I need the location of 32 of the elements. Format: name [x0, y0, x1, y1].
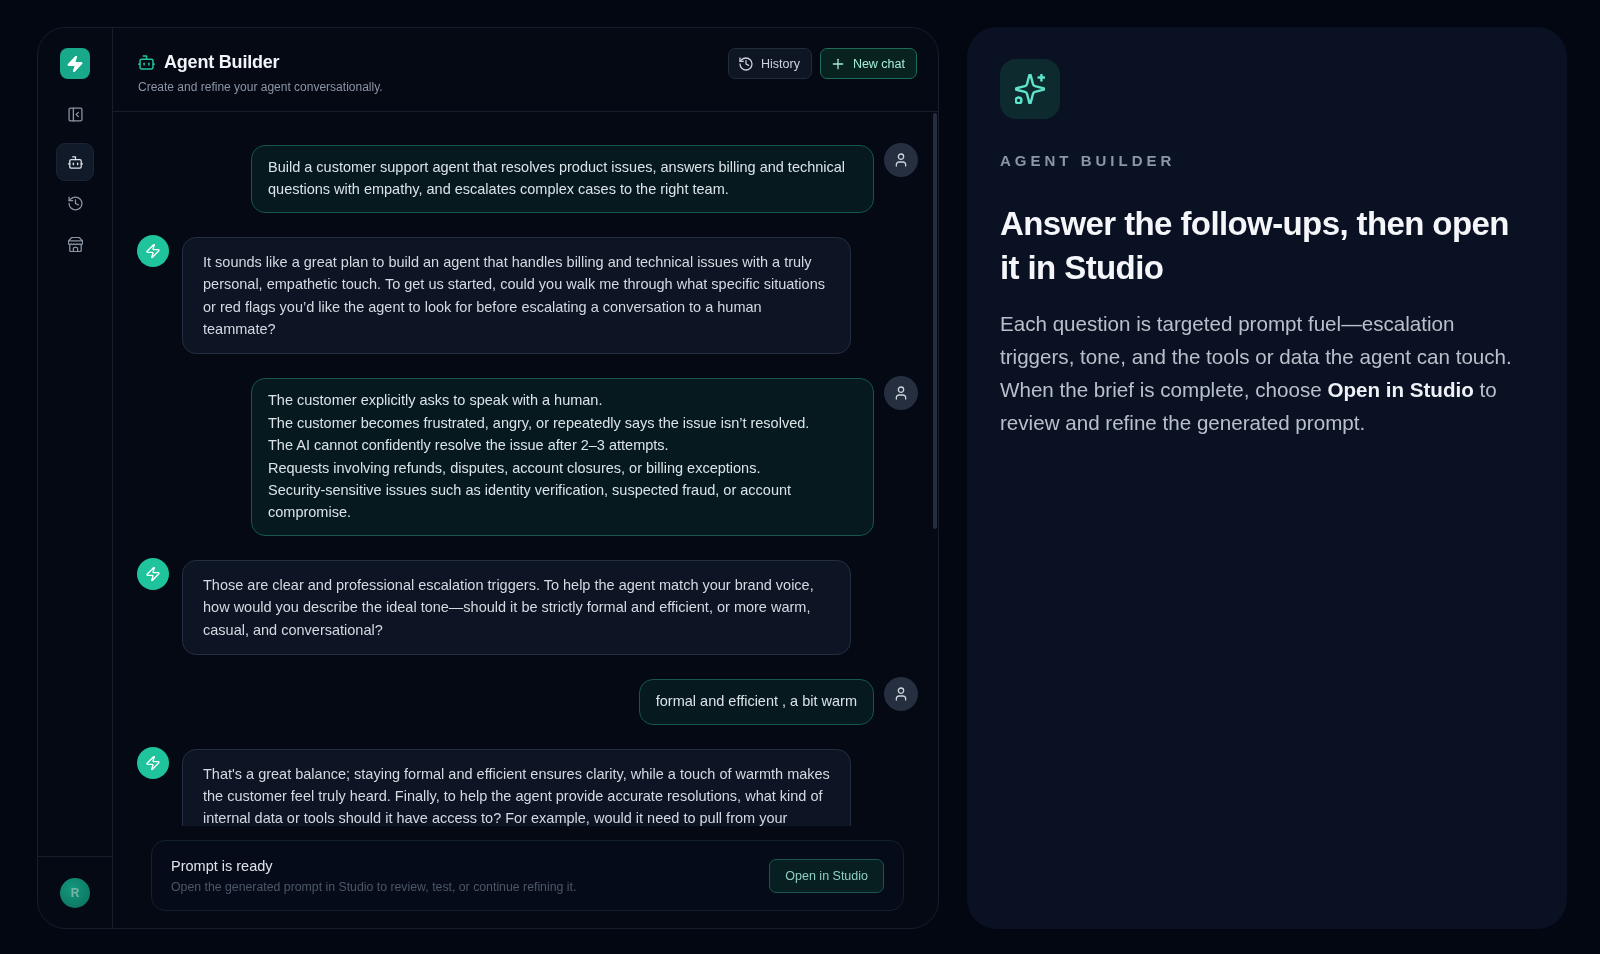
user-icon	[884, 143, 918, 177]
plus-icon	[830, 56, 845, 71]
user-icon	[884, 376, 918, 411]
history-icon	[739, 56, 753, 71]
nav-button[interactable]	[56, 143, 94, 181]
page-title: Agent Builder	[164, 51, 280, 74]
panel-description: Each question is targeted prompt fuel—escalation triggers, tone, and the tools or data the agent can touch. When the brief is complete, choose Open in Studio to review and refine the generated prompt.	[1000, 311, 1513, 436]
lightning-icon	[137, 557, 169, 590]
lightning-icon	[137, 234, 169, 267]
user-message: The customer explicitly asks to speak with a human. The customer becomes frustrated, angry, or repeatedly says the issue isn’t resolved. The AI cannot confidently resolve the issue after 2–3 attempts. Requests involving refunds, disputes, account closures, or billing exceptions. Security-sensitive issues such as identity verification, suspected fraud, or account compromise.	[251, 378, 874, 536]
page-subtitle: Create and refine your agent conversationally.	[138, 79, 383, 95]
store-icon	[67, 236, 83, 252]
robot-icon	[138, 53, 155, 71]
assistant-message: That's a great balance; staying formal and efficient ensures clarity, while a touch of warmth makes the customer feel truly heard. Finally, to help the agent provide accurate resolutions, what kind of internal data or tools should it have access to? For example, would it need to pull from your	[182, 748, 851, 826]
user-message: formal and efficient , a bit warm	[638, 679, 874, 725]
card-title: Prompt is ready	[171, 856, 274, 875]
history-button[interactable]: History	[728, 48, 812, 79]
assistant-message: It sounds like a great plan to build an agent that handles billing and technical issues with a truly personal, empathetic touch. To get us started, could you walk me through what specific situations or red flags you’d like the agent to look for before escalating a conversation to a human teammate?	[182, 236, 851, 355]
eyebrow-label: AGENT BUILDER	[1000, 151, 1177, 171]
user-icon	[884, 677, 918, 712]
lightning-logo-icon	[60, 48, 90, 79]
sidebar-panel-icon	[67, 106, 83, 122]
new-chat-button[interactable]: New chat	[819, 48, 917, 79]
robot-icon	[67, 154, 83, 170]
user-message: Build a customer support agent that resolves product issues, answers billing and technical questions with empathy, and escalates complex cases to the right team.	[251, 145, 874, 213]
panel-heading: Answer the follow-ups, then open it in Studio	[1000, 204, 1510, 288]
sparkle-icon	[1000, 59, 1060, 119]
open-in-studio-button[interactable]: Open in Studio	[769, 858, 884, 893]
lightning-icon	[137, 746, 169, 779]
card-description: Open the generated prompt in Studio to review, test, or continue refining it.	[171, 878, 577, 895]
history-icon	[67, 195, 83, 211]
assistant-message: Those are clear and professional escalation triggers. To help the agent match your brand voice, how would you describe the ideal tone—should it be strictly formal and efficient, or more warm, casual, and conversational?	[182, 559, 851, 656]
